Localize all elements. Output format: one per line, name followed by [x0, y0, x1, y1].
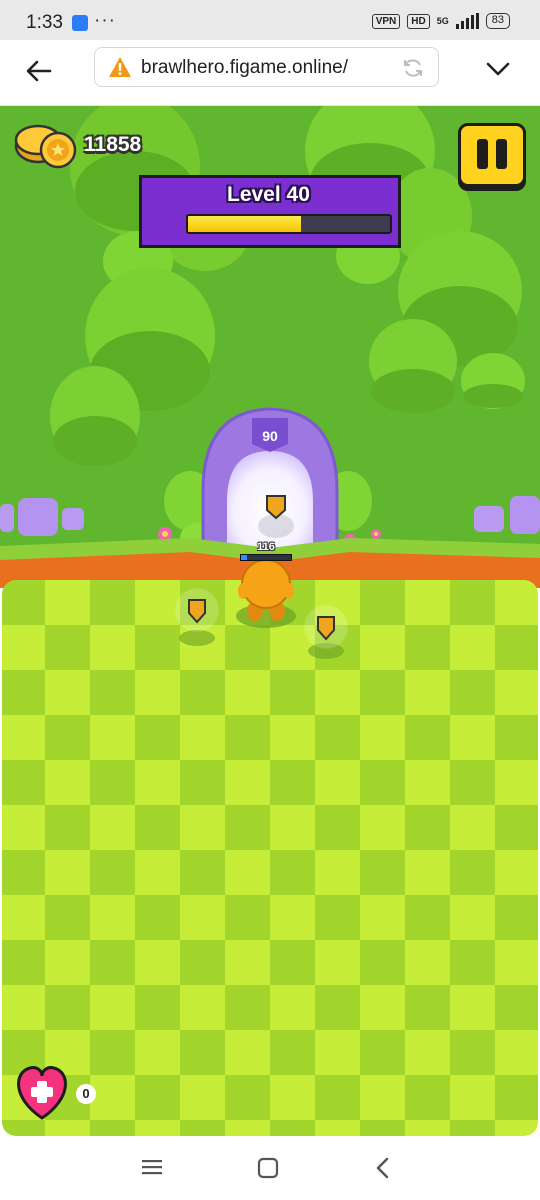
network-type: 5G: [436, 16, 449, 26]
heart-count: 0: [76, 1084, 96, 1104]
warning-icon[interactable]: [108, 56, 132, 78]
arena-floor[interactable]: [2, 580, 538, 1136]
coin-count: 11858: [84, 133, 142, 156]
chevron-down-icon[interactable]: [484, 55, 512, 83]
reload-icon[interactable]: [402, 57, 424, 79]
home-icon[interactable]: [256, 1156, 280, 1180]
browser-toolbar: brawlhero.figame.online/: [0, 40, 540, 106]
battery-icon: 83: [485, 13, 510, 29]
level-progress-bar: [186, 214, 392, 234]
pause-button[interactable]: [458, 123, 526, 187]
menu-icon[interactable]: [140, 1156, 164, 1178]
signal-icon: [455, 13, 479, 29]
game-canvas[interactable]: 11858 Level 40 90 116 0: [0, 106, 540, 1136]
game-scene[interactable]: [0, 106, 540, 1136]
player-hp-bar: [240, 554, 292, 561]
app-notification-icon: [72, 15, 88, 31]
system-nav-bar: [0, 1136, 540, 1200]
gate-level-number: 90: [262, 428, 278, 444]
vpn-badge: VPN: [371, 13, 401, 29]
shield-bubble-left[interactable]: [175, 588, 219, 646]
level-label: Level 40: [227, 183, 310, 206]
back-icon[interactable]: [372, 1156, 394, 1180]
player-hp-value: 116: [257, 541, 275, 553]
url-text[interactable]: brawlhero.figame.online/: [141, 57, 348, 79]
shield-bubble-right[interactable]: [304, 605, 348, 659]
address-bar[interactable]: brawlhero.figame.online/: [94, 47, 439, 87]
status-time: 1:33: [26, 12, 63, 33]
status-bar: 1:33 ··· VPN HD 5G 83: [0, 0, 540, 40]
level-progress-fill: [188, 216, 302, 232]
level-panel: Level 40: [139, 175, 401, 248]
hd-badge: HD: [407, 13, 430, 29]
more-notifications-icon: ···: [94, 10, 116, 31]
player-hp-fill: [241, 555, 247, 560]
back-arrow-icon[interactable]: [24, 56, 54, 86]
pause-icon: [477, 139, 488, 169]
